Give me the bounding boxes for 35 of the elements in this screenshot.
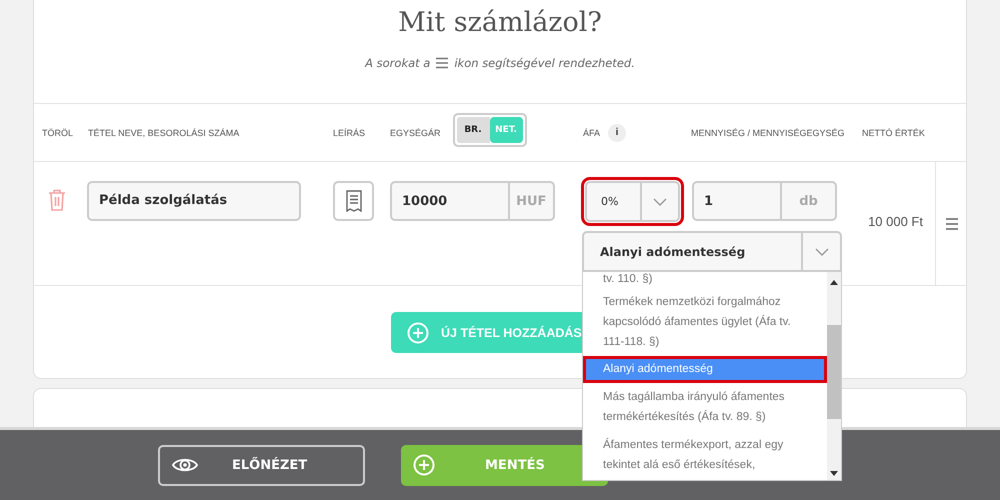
trash-icon (48, 189, 66, 211)
dropdown-option[interactable]: Más tagállamba irányuló áfamentes termékértékesítés (Áfa tv. 89. §) (583, 383, 827, 431)
item-name-field[interactable]: Példa szolgálatás (87, 181, 301, 221)
receipt-icon (344, 190, 362, 212)
column-header: EGYSÉGÁR (390, 128, 441, 138)
net-value: 10 000 Ft (868, 214, 923, 229)
scrollbar[interactable] (827, 272, 841, 480)
price-mode-toggle[interactable]: BR. NET. (452, 112, 527, 146)
dropdown-option[interactable]: Alanyi adómentesség (583, 356, 827, 383)
column-header: LEÍRÁS (333, 128, 366, 138)
drag-handle-icon (436, 57, 448, 69)
column-header: ÁFA (583, 128, 600, 138)
scroll-up-icon (830, 280, 838, 285)
scroll-down-icon (830, 471, 838, 476)
column-header: NETTÓ ÉRTÉK (862, 128, 925, 138)
dropdown-option[interactable]: tv. 110. §) (583, 272, 827, 288)
chevron-down-icon (814, 248, 828, 256)
column-header: TÉTEL NEVE, BESOROLÁSI SZÁMA (88, 128, 240, 138)
currency-addon: HUF (515, 192, 548, 210)
unit-price-field[interactable]: 10000 (392, 183, 510, 219)
description-button[interactable] (333, 181, 374, 221)
plus-icon (407, 322, 429, 344)
eye-icon (172, 456, 198, 474)
column-header: TÖRÖL (42, 128, 74, 138)
plus-icon (413, 454, 435, 476)
chevron-down-icon (653, 198, 667, 206)
preview-button[interactable]: ELŐNÉZET (158, 444, 365, 486)
info-badge[interactable]: i (608, 124, 626, 142)
column-header: MENNYISÉG / MENNYISÉGEGYSÉG (691, 128, 845, 138)
drag-handle-icon (946, 218, 958, 230)
hint-text: A sorokat a (365, 56, 430, 70)
vat-reason-select[interactable]: Alanyi adómentesség (582, 231, 842, 272)
toggle-option[interactable]: BR. (456, 116, 490, 142)
section-title: Mit számlázol? (398, 7, 602, 38)
hint-text: ikon segítségével rendezheted. (454, 56, 635, 70)
